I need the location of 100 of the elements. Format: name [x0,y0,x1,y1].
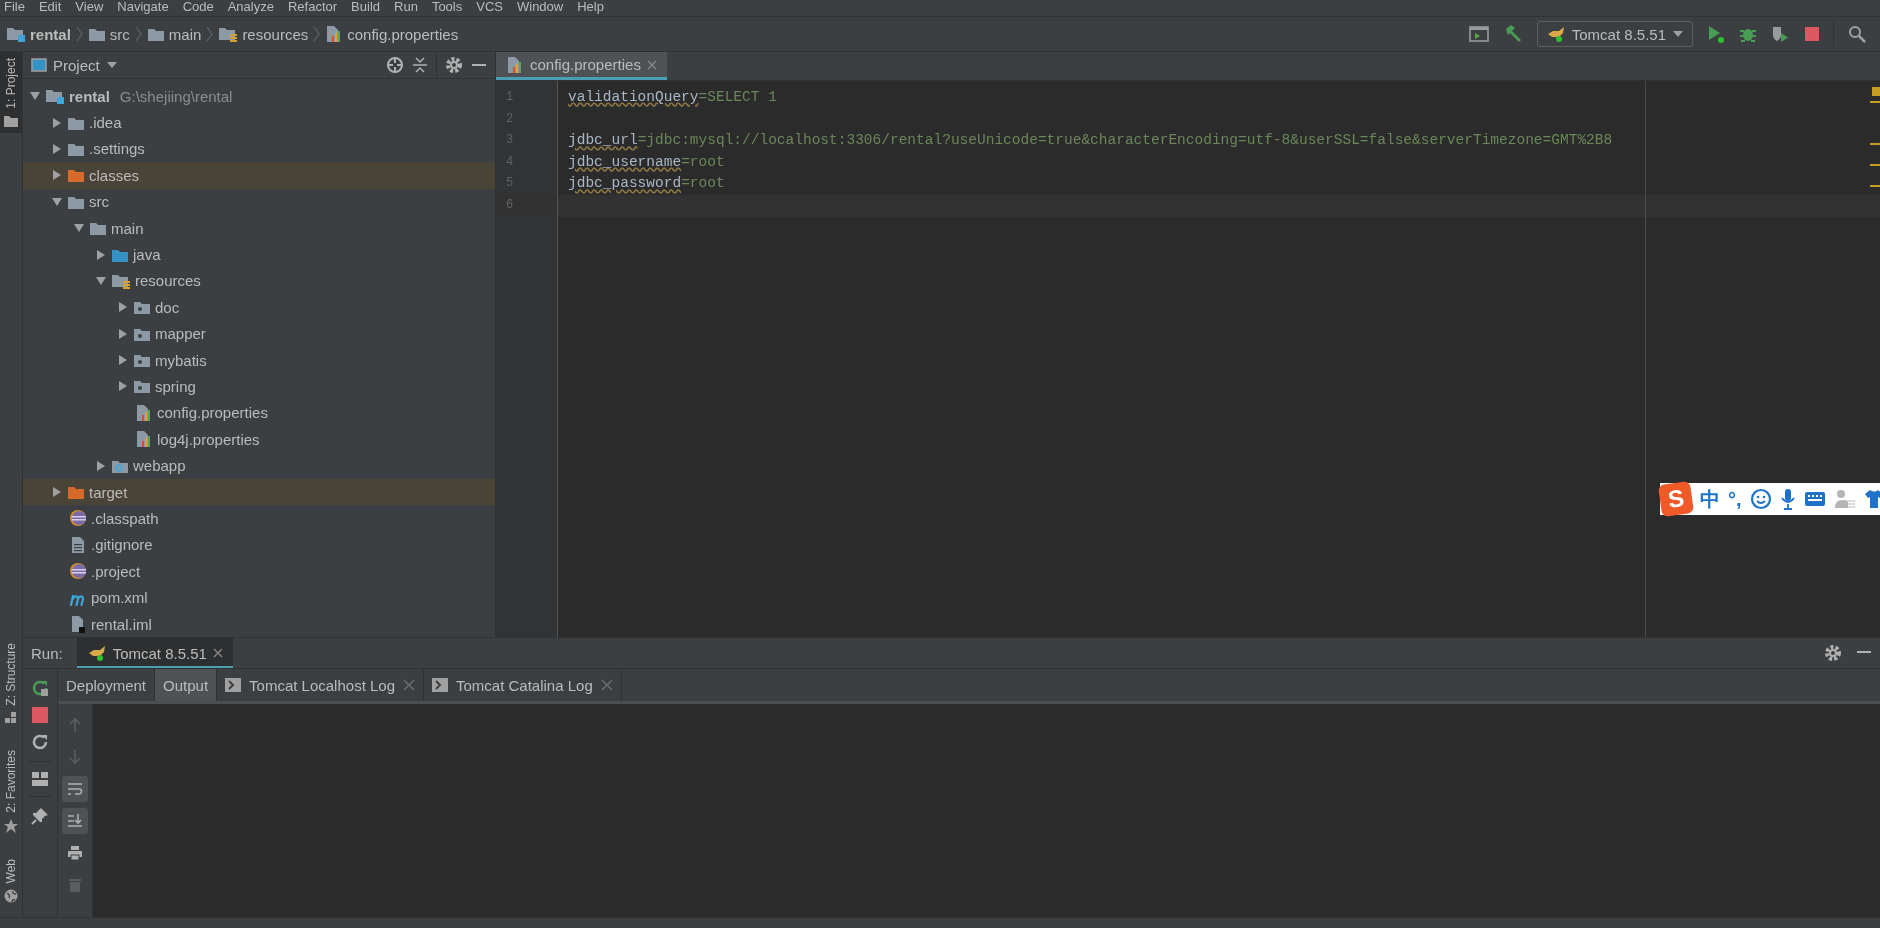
keyboard-icon[interactable] [1803,491,1826,507]
tree-item[interactable]: config.properties [23,399,495,427]
warning-marker[interactable] [1870,164,1880,166]
tree-item[interactable]: src [23,188,495,215]
tree-item[interactable]: classes [23,162,495,189]
menu-item[interactable]: Code [182,0,214,14]
chevron-icon [205,26,215,42]
tool-window-tab[interactable]: Z: Structure [0,637,22,730]
collapsed-arrow-icon[interactable] [95,459,107,472]
tree-item-label: .gitignore [91,536,153,554]
breadcrumb[interactable]: src [87,25,130,43]
console-tab[interactable]: Tomcat Localhost Log [217,669,424,701]
microphone-icon[interactable] [1779,488,1796,510]
collapsed-arrow-icon[interactable] [51,142,63,155]
editor-tab[interactable]: config.properties [496,52,667,80]
layout-icon[interactable] [32,772,48,786]
console-tab[interactable]: Output [155,669,218,701]
collapsed-arrow-icon[interactable] [117,301,129,314]
code-line: jdbc_username=root [567,152,725,172]
run-configuration-dropdown[interactable]: Tomcat 8.5.51 [1536,21,1693,47]
tree-item[interactable]: .classpath [23,505,495,532]
up-arrow-icon [67,717,83,733]
menu-item[interactable]: View [75,0,104,14]
collapsed-arrow-icon[interactable] [51,116,63,129]
menu-item[interactable]: Navigate [117,0,169,14]
expanded-arrow-icon[interactable] [95,274,107,287]
tool-window-tab[interactable]: Web [0,852,22,909]
input-mode-toggle[interactable]: 中 [1700,485,1720,513]
collapsed-arrow-icon[interactable] [51,169,63,182]
tree-item-label: webapp [133,457,186,475]
tree-item[interactable]: mapper [23,320,495,347]
shield-run-icon[interactable] [1771,25,1791,43]
tree-item[interactable]: pom.xml [23,584,495,611]
menu-item[interactable]: Help [577,0,604,14]
menu-item[interactable]: Window [516,0,564,14]
menu-item[interactable]: File [4,0,25,14]
tree-item[interactable]: rental G:\shejiing\rental [23,83,495,110]
collapse-all-icon[interactable] [412,56,428,74]
menu-item[interactable]: Build [351,0,380,14]
close-icon[interactable] [403,679,415,691]
pin-icon[interactable] [31,807,49,825]
run-icon[interactable] [1707,24,1725,44]
tree-item[interactable]: .idea [23,109,495,136]
tree-item[interactable]: rental.iml [23,610,495,638]
close-icon[interactable] [212,648,223,658]
warning-marker[interactable] [1870,143,1880,145]
tree-item[interactable]: resources [23,267,495,295]
punctuation-toggle[interactable]: °, [1728,487,1742,511]
close-icon[interactable] [646,59,657,70]
warning-marker[interactable] [1870,185,1880,187]
close-icon[interactable] [600,679,613,691]
breadcrumb[interactable]: main [146,25,202,43]
console-tab[interactable]: Tomcat Catalina Log [424,669,622,701]
project-view-dropdown[interactable]: Project [31,56,378,74]
menu-item[interactable]: Analyze [227,0,274,14]
tree-item[interactable]: main [23,214,495,242]
tree-item[interactable]: log4j.properties [23,426,495,453]
shirt-icon[interactable] [1863,489,1880,509]
tree-item[interactable]: .gitignore [23,531,495,559]
menu-item[interactable]: VCS [476,0,503,14]
menu-item[interactable]: Refactor [287,0,338,14]
menu-item[interactable]: Run [394,0,418,14]
tree-item[interactable]: .settings [23,135,495,163]
run-tab[interactable]: Tomcat 8.5.51 [76,638,233,668]
crosshair-icon[interactable] [386,56,404,74]
rerun-icon[interactable] [31,679,49,697]
tree-item[interactable]: doc [23,294,495,321]
breadcrumb[interactable]: config.properties [325,25,459,43]
tree-item-label: main [111,219,144,237]
scroll-to-end-icon [67,813,83,829]
tree-item[interactable]: java [23,241,495,268]
tool-window-tab[interactable]: 2: Favorites [0,743,22,839]
folder-icon [146,26,165,42]
expanded-arrow-icon[interactable] [51,195,63,208]
scroll-to-end-button[interactable] [62,808,88,834]
tree-item[interactable]: webapp [23,452,495,479]
tree-item[interactable]: spring [23,373,495,400]
breadcrumb[interactable]: rental [6,25,71,43]
settings-icon[interactable] [1824,644,1842,662]
tree-item[interactable]: .project [23,558,495,585]
collapsed-arrow-icon[interactable] [117,354,129,367]
menu-item[interactable]: Tools [431,0,463,14]
console-icon [225,678,242,692]
menu-item[interactable]: Edit [38,0,62,14]
window-icon[interactable] [1468,25,1489,43]
code-line: validationQuery=SELECT 1 [567,88,777,107]
smiley-icon[interactable] [1749,488,1772,510]
soft-wrap-button[interactable] [62,776,88,802]
tool-window-tab[interactable]: 1: Project [0,52,22,133]
collapsed-arrow-icon[interactable] [95,248,107,261]
collapsed-arrow-icon[interactable] [117,327,129,340]
settings-icon[interactable] [445,56,463,74]
collapsed-arrow-icon[interactable] [51,486,63,499]
tree-item[interactable]: target [23,478,495,506]
search-icon[interactable] [1848,25,1866,43]
tree-item[interactable]: mybatis [23,346,495,374]
collapsed-arrow-icon[interactable] [117,380,129,393]
breadcrumb[interactable]: resources [218,25,309,43]
restart-icon[interactable] [31,733,49,751]
warning-marker[interactable] [1870,101,1880,103]
